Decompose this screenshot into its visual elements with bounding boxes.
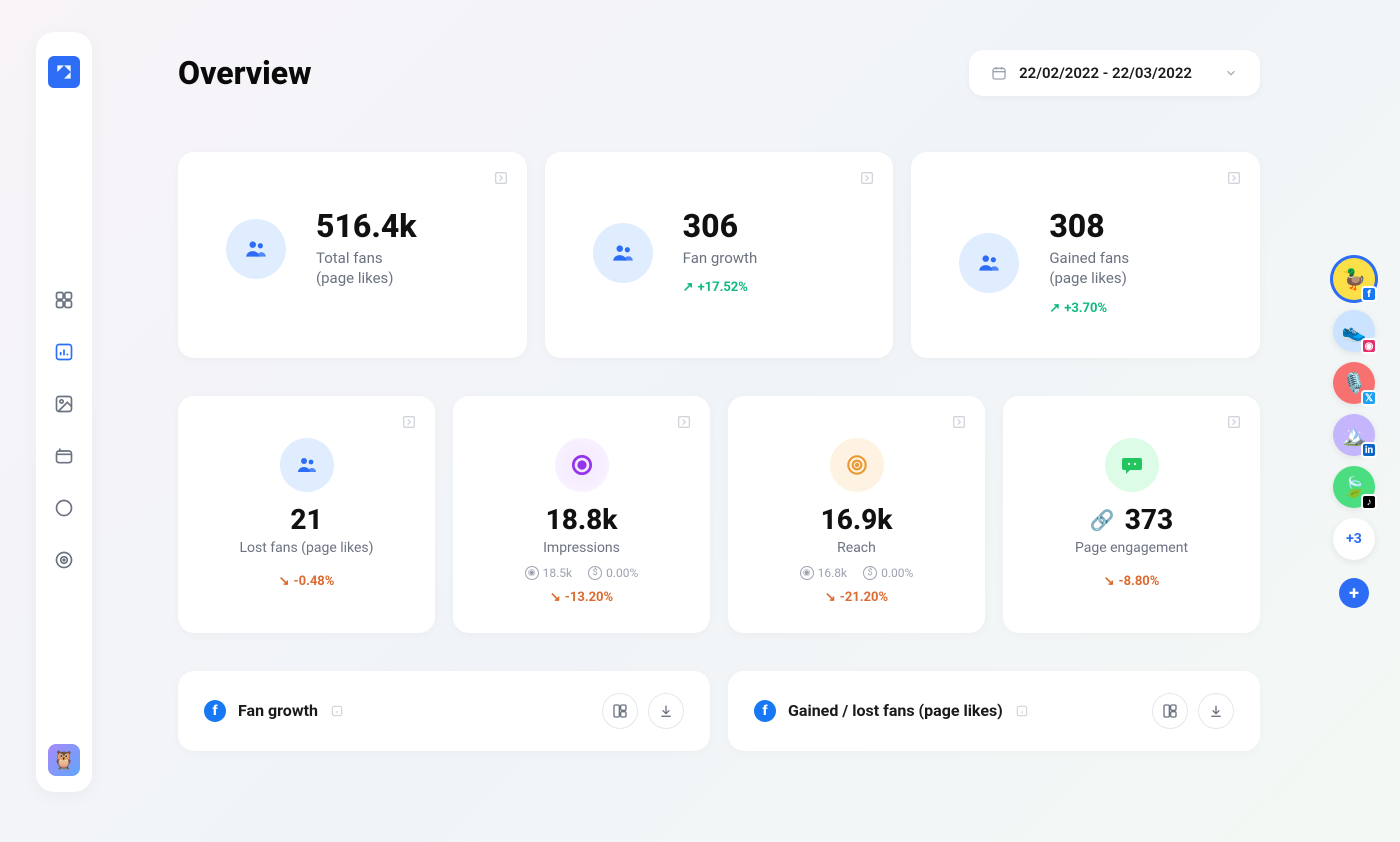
view-toggle-button[interactable] (602, 693, 638, 729)
chart-card-gained-lost: f Gained / lost fans (page likes) (728, 671, 1260, 751)
stat-value: 306 (683, 210, 758, 242)
stat-delta: ↗ +3.70% (1049, 301, 1129, 316)
card-impressions: 18.8k Impressions ◉18.5k $0.00% ↘ -13.20… (453, 396, 710, 633)
account-bubble[interactable]: 🦆 f (1333, 258, 1375, 300)
users-icon (226, 219, 286, 279)
organic-icon: ◉ (800, 566, 814, 580)
stat-subline: ◉18.5k $0.00% (525, 566, 639, 580)
stat-subline: ◉16.8k $0.00% (800, 566, 914, 580)
network-badge-icon: f (1361, 286, 1377, 302)
stat-label: Total fans (page likes) (316, 248, 417, 289)
charts-row: f Fan growth f Gained / lost fans (page … (178, 671, 1260, 751)
page-header: Overview 22/02/2022 - 22/03/2022 (178, 50, 1260, 96)
stat-delta: ↘ -21.20% (825, 590, 888, 605)
main-content: Overview 22/02/2022 - 22/03/2022 516.4k … (178, 50, 1260, 751)
nav-wallet[interactable] (52, 444, 76, 468)
account-bubble[interactable]: 🍃 ♪ (1333, 466, 1375, 508)
calendar-icon (991, 65, 1007, 81)
expand-icon[interactable] (1226, 414, 1242, 430)
card-page-engagement: 🔗 373 Page engagement ↘ -8.80% (1003, 396, 1260, 633)
stat-delta: ↘ -0.48% (279, 574, 335, 589)
expand-icon[interactable] (1226, 170, 1242, 186)
card-gained-fans: 308 Gained fans (page likes) ↗ +3.70% (911, 152, 1260, 358)
stat-label: Reach (837, 540, 876, 556)
users-icon (959, 233, 1019, 293)
app-logo[interactable] (48, 56, 80, 88)
add-account-button[interactable]: + (1339, 578, 1369, 608)
paid-icon: $ (863, 566, 877, 580)
account-bubble[interactable]: 🎙️ 𝕏 (1333, 362, 1375, 404)
account-bubble[interactable]: 🏔️ in (1333, 414, 1375, 456)
organic-icon: ◉ (525, 566, 539, 580)
chart-title: Fan growth (238, 701, 318, 720)
users-icon (593, 223, 653, 283)
sidebar: 🦉 (36, 32, 92, 792)
view-toggle-button[interactable] (1152, 693, 1188, 729)
stat-delta: ↘ -13.20% (550, 590, 613, 605)
arrow-down-icon: ↘ (550, 590, 561, 605)
arrow-down-icon: ↘ (1104, 574, 1115, 589)
facebook-icon: f (754, 700, 776, 722)
expand-icon[interactable] (676, 414, 692, 430)
network-badge-icon: ♪ (1361, 494, 1377, 510)
download-button[interactable] (648, 693, 684, 729)
network-badge-icon: ◉ (1361, 338, 1377, 354)
expand-icon[interactable] (493, 170, 509, 186)
stat-value: 516.4k (316, 210, 417, 242)
info-icon[interactable] (1015, 704, 1029, 718)
nav-list (52, 288, 76, 572)
page-title: Overview (178, 54, 312, 92)
stat-value: 21 (290, 506, 322, 534)
chart-title: Gained / lost fans (page likes) (788, 701, 1003, 720)
stat-label: Lost fans (page likes) (239, 540, 373, 556)
nav-dashboard[interactable] (52, 288, 76, 312)
stat-label: Gained fans (page likes) (1049, 248, 1129, 289)
stat-value: 18.8k (546, 506, 618, 534)
download-button[interactable] (1198, 693, 1234, 729)
arrow-down-icon: ↘ (279, 574, 290, 589)
card-reach: 16.9k Reach ◉16.8k $0.00% ↘ -21.20% (728, 396, 985, 633)
stat-value: 373 (1125, 506, 1173, 534)
target-icon (830, 438, 884, 492)
card-fan-growth: 306 Fan growth ↗ +17.52% (545, 152, 894, 358)
arrow-down-icon: ↘ (825, 590, 836, 605)
date-range-text: 22/02/2022 - 22/03/2022 (1019, 64, 1192, 82)
network-badge-icon: 𝕏 (1361, 390, 1377, 406)
users-icon (280, 438, 334, 492)
accounts-rail: 🦆 f 👟 ◉ 🎙️ 𝕏 🏔️ in 🍃 ♪ +3 + (1330, 258, 1378, 608)
account-bubble[interactable]: 👟 ◉ (1333, 310, 1375, 352)
stat-value: 16.9k (821, 506, 893, 534)
stat-delta: ↘ -8.80% (1104, 574, 1160, 589)
expand-icon[interactable] (951, 414, 967, 430)
nav-media[interactable] (52, 392, 76, 416)
nav-analytics[interactable] (52, 340, 76, 364)
nav-comments[interactable] (52, 496, 76, 520)
card-total-fans: 516.4k Total fans (page likes) (178, 152, 527, 358)
stat-label: Impressions (543, 540, 620, 556)
arrow-up-icon: ↗ (1049, 301, 1060, 316)
date-range-picker[interactable]: 22/02/2022 - 22/03/2022 (969, 50, 1260, 96)
eye-icon (555, 438, 609, 492)
info-icon[interactable] (330, 704, 344, 718)
stat-label: Fan growth (683, 248, 758, 268)
stat-value: 308 (1049, 210, 1129, 242)
card-lost-fans: 21 Lost fans (page likes) ↘ -0.48% (178, 396, 435, 633)
user-avatar[interactable]: 🦉 (48, 744, 80, 776)
network-badge-icon: in (1361, 442, 1377, 458)
link-icon: 🔗 (1090, 508, 1115, 532)
chat-icon (1105, 438, 1159, 492)
facebook-icon: f (204, 700, 226, 722)
chevron-down-icon (1224, 66, 1238, 80)
chart-card-fan-growth: f Fan growth (178, 671, 710, 751)
expand-icon[interactable] (859, 170, 875, 186)
stat-label: Page engagement (1075, 540, 1188, 556)
accounts-more[interactable]: +3 (1333, 518, 1375, 560)
nav-podcast[interactable] (52, 548, 76, 572)
arrow-up-icon: ↗ (683, 280, 694, 295)
paid-icon: $ (588, 566, 602, 580)
stats-row-top: 516.4k Total fans (page likes) 306 Fan g… (178, 152, 1260, 358)
stat-delta: ↗ +17.52% (683, 280, 758, 295)
stats-row-bottom: 21 Lost fans (page likes) ↘ -0.48% 18.8k… (178, 396, 1260, 633)
expand-icon[interactable] (401, 414, 417, 430)
